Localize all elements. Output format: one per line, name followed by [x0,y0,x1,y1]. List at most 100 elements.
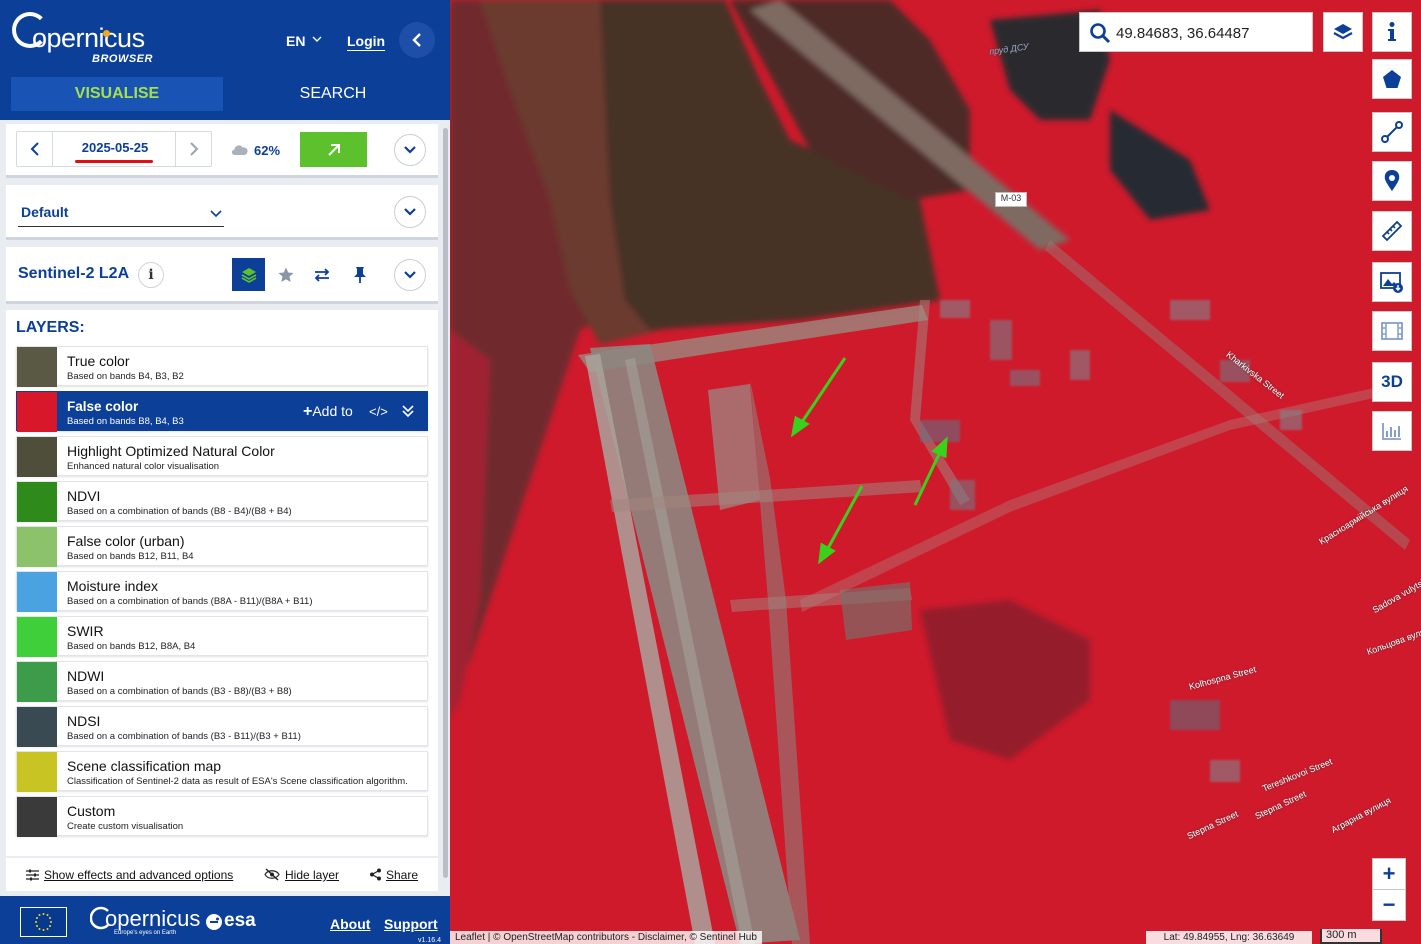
layer-item[interactable]: False color (urban) Based on bands B12, B… [16,526,428,567]
search-date-button[interactable] [300,132,367,167]
layer-item[interactable]: NDWI Based on a combination of bands (B3 … [16,661,428,702]
layers-basemap-button[interactable] [1323,12,1363,52]
bar-chart-icon [1382,423,1401,440]
layer-description: Classification of Sentinel-2 data as res… [67,776,408,787]
info-button[interactable] [1372,12,1412,52]
chevron-down-icon[interactable] [312,34,322,44]
code-icon[interactable]: </> [369,404,388,419]
pentagon-icon [1383,70,1401,88]
statistics-button[interactable] [1372,411,1412,451]
theme-select[interactable]: Default [18,203,224,227]
show-effects-link[interactable]: Show effects and advanced options [44,868,233,882]
date-value[interactable]: 2025-05-25 [53,140,177,155]
layer-item[interactable]: NDSI Based on a combination of bands (B3 … [16,706,428,747]
timelapse-button[interactable] [1372,311,1412,351]
chevron-down-icon [404,208,416,216]
eye-slash-icon [264,868,280,881]
layer-thumbnail [17,482,57,522]
layer-description: Based on a combination of bands (B3 - B8… [67,686,292,697]
about-link[interactable]: About [330,916,370,932]
logo-word: opernicus [32,23,145,53]
measure-button[interactable] [1372,211,1412,251]
layer-description: Based on bands B4, B3, B2 [67,371,184,382]
previous-date-button[interactable] [17,132,53,166]
star-icon [278,267,293,282]
scale-bar: 300 m [1320,929,1382,944]
layer-thumbnail [17,662,57,702]
layer-name: NDSI [67,713,101,729]
image-download-button[interactable] [1372,262,1412,302]
layers-panel: LAYERS: True color Based on bands B4, B3,… [6,310,438,856]
language-selector[interactable]: EN [286,33,305,49]
compare-button[interactable] [305,258,338,291]
login-link[interactable]: Login [347,33,385,49]
expand-collection-button[interactable] [394,259,426,291]
copernicus-browser-logo[interactable]: opernicus BROWSER [12,10,172,70]
next-date-button[interactable] [175,132,211,166]
plus-icon: + [303,403,313,420]
zoom-out-button[interactable]: − [1372,889,1406,921]
map-attribution[interactable]: Leaflet | © OpenStreetMap contributors -… [450,931,762,944]
layer-thumbnail [17,437,57,477]
favourite-button[interactable] [269,258,302,291]
eu-flag-logo[interactable] [20,907,67,937]
hide-layer-link[interactable]: Hide layer [285,868,339,882]
layer-name: SWIR [67,623,104,639]
cloud-icon [231,145,248,155]
layer-name: False color [67,399,139,414]
add-to-button[interactable]: +Add to [303,403,353,421]
date-picker[interactable]: 2025-05-25 [16,131,212,167]
esa-mark-icon [206,914,222,930]
footer-copernicus-tagline: Europe's eyes on Earth [114,930,177,936]
layer-item[interactable]: NDVI Based on a combination of bands (B8 … [16,481,428,522]
layer-item[interactable]: Moisture index Based on a combination of … [16,571,428,612]
layer-thumbnail [17,752,57,792]
layer-name: True color [67,353,130,369]
zoom-in-button[interactable]: + [1372,858,1406,890]
layers-icon [1333,24,1353,40]
draw-line-button[interactable] [1372,112,1412,152]
share-icon [370,868,381,881]
layer-name: False color (urban) [67,533,185,549]
layer-thumbnail [17,617,57,657]
layer-item[interactable]: True color Based on bands B4, B3, B2 [16,346,428,387]
collection-name: Sentinel-2 L2A [18,265,130,282]
cloud-coverage-value[interactable]: 62% [254,143,280,158]
chevron-down-icon [210,210,222,218]
line-icon [1381,121,1403,143]
layers-icon [241,267,256,283]
place-marker-button[interactable] [1372,161,1412,201]
layer-thumbnail [17,392,57,432]
version-label: v1.16.4 [418,937,441,944]
layer-item[interactable]: SWIR Based on bands B12, B8A, B4 [16,616,428,657]
map-view[interactable]: M-03 пруд ДСУ Kharkivska Street Красноар… [450,0,1421,944]
cursor-coordinates: Lat: 49.84955, Lng: 36.63649 [1146,931,1312,944]
share-link[interactable]: Share [386,868,418,882]
sidebar-scrollbar-thumb[interactable] [443,128,448,878]
layer-actions-bar: Show effects and advanced options Hide l… [6,858,438,891]
double-chevron-down-icon[interactable] [401,404,415,418]
tab-search[interactable]: SEARCH [232,77,434,111]
map-pin-icon [1384,170,1400,191]
layer-name: Highlight Optimized Natural Color [67,443,275,459]
swap-arrows-icon [314,267,329,282]
footer: opernicus Europe's eyes on Earth esa Abo… [0,896,450,944]
layer-item[interactable]: Custom Create custom visualisation [16,796,428,837]
draw-polygon-button[interactable] [1372,59,1412,99]
collection-info-button[interactable]: i [138,262,164,288]
3d-view-button[interactable]: 3D [1372,362,1412,402]
add-to-label: Add to [312,403,353,419]
pin-button[interactable] [343,258,376,291]
layers-toggle-button[interactable] [232,258,265,291]
location-search[interactable] [1079,12,1313,52]
expand-date-panel-button[interactable] [394,134,426,166]
support-link[interactable]: Support [384,916,438,932]
layer-item[interactable]: False color Based on bands B8, B4, B3 +Add… [16,391,428,432]
layer-item[interactable]: Scene classification map Classification o… [16,751,428,792]
tab-visualise[interactable]: VISUALISE [11,77,223,111]
expand-theme-button[interactable] [394,196,426,228]
layer-name: Scene classification map [67,758,222,774]
collapse-sidebar-button[interactable] [399,22,435,58]
layer-item[interactable]: Highlight Optimized Natural Color Enhance… [16,436,428,477]
search-input[interactable] [1116,22,1306,44]
